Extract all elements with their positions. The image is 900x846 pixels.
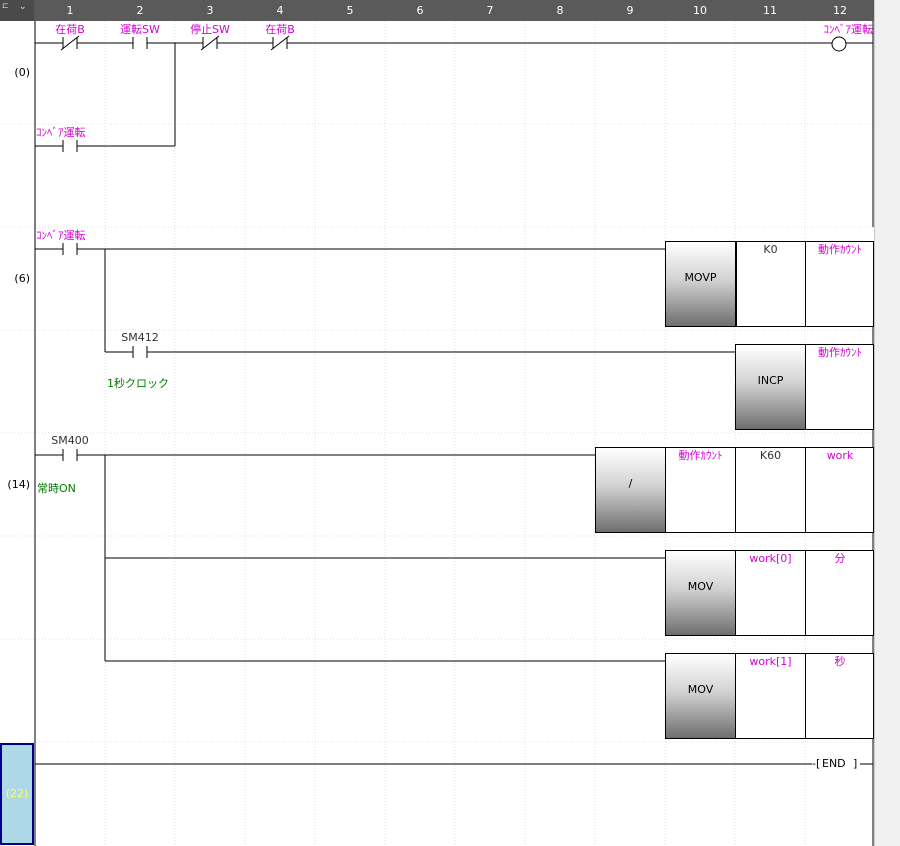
step-selection-22[interactable]: (22) (0, 743, 34, 845)
movp-instruction-box[interactable]: MOVP K0 動作ｶｳﾝﾄ (665, 241, 874, 327)
contact-no-2[interactable] (129, 37, 151, 49)
mov-instruction-name-1: MOV (666, 551, 736, 635)
step-number-14: (14) (7, 478, 30, 491)
label-stop-sw: 停止SW (190, 23, 230, 36)
movp-source: K0 (763, 243, 778, 256)
incp-instruction-name: INCP (736, 345, 806, 429)
mov-instruction-box-1[interactable]: MOV work[0] 分 (665, 550, 874, 636)
label-sm412: SM412 (121, 331, 159, 344)
contact-no-sm412[interactable] (129, 346, 151, 358)
step-number-6: (6) (14, 272, 30, 285)
coil-conveyor[interactable] (831, 36, 847, 52)
scrollbar-divider (874, 0, 875, 846)
step-number-0: (0) (14, 66, 30, 79)
mov1-source: work[0] (749, 552, 792, 565)
rung-0-wires (35, 42, 873, 147)
contact-no-selfhold[interactable] (59, 140, 81, 152)
div-source-2: K60 (759, 449, 782, 462)
mov-instruction-box-2[interactable]: MOV work[1] 秒 (665, 653, 874, 739)
incp-instruction-box[interactable]: INCP 動作ｶｳﾝﾄ (735, 344, 874, 430)
rung-14-wires (35, 454, 665, 662)
label-zaika-b-1: 在荷B (55, 23, 85, 36)
end-instruction[interactable]: -[ END ] (812, 757, 860, 771)
label-zaika-b-4: 在荷B (265, 23, 295, 36)
contact-nc-1[interactable] (59, 35, 81, 51)
label-contact-conveyor: ｺﾝﾍﾞｱ運転 (36, 229, 86, 242)
div-instruction-name: / (596, 448, 666, 532)
div-instruction-box[interactable]: / 動作ｶｳﾝﾄ K60 work (595, 447, 874, 533)
mov-instruction-name-2: MOV (666, 654, 736, 738)
label-sm400: SM400 (51, 434, 89, 447)
mov2-destination: 秒 (834, 655, 846, 668)
end-bracket-right: ] (853, 757, 858, 770)
movp-destination: 動作ｶｳﾝﾄ (818, 243, 862, 256)
contact-nc-4[interactable] (269, 35, 291, 51)
contact-no-conveyor[interactable] (59, 243, 81, 255)
contact-nc-3[interactable] (199, 35, 221, 51)
label-run-sw: 運転SW (120, 23, 160, 36)
vertical-scrollbar[interactable] (874, 0, 900, 846)
div-destination: work (826, 449, 854, 462)
label-coil-conveyor: ｺﾝﾍﾞｱ運転 (823, 23, 874, 36)
mov2-source: work[1] (749, 655, 792, 668)
comment-1sec-clock: 1秒クロック (107, 377, 169, 390)
div-source-1: 動作ｶｳﾝﾄ (678, 449, 723, 462)
mov1-destination: 分 (834, 552, 846, 565)
contact-no-sm400[interactable] (59, 449, 81, 461)
end-bracket-left: -[ (812, 757, 821, 770)
incp-destination: 動作ｶｳﾝﾄ (818, 346, 862, 359)
label-selfhold-conveyor: ｺﾝﾍﾞｱ運転 (36, 126, 86, 139)
comment-always-on: 常時ON (37, 482, 76, 495)
end-label: END (822, 757, 846, 770)
movp-instruction-name: MOVP (666, 242, 736, 326)
step-number-22: (22) (5, 787, 29, 800)
